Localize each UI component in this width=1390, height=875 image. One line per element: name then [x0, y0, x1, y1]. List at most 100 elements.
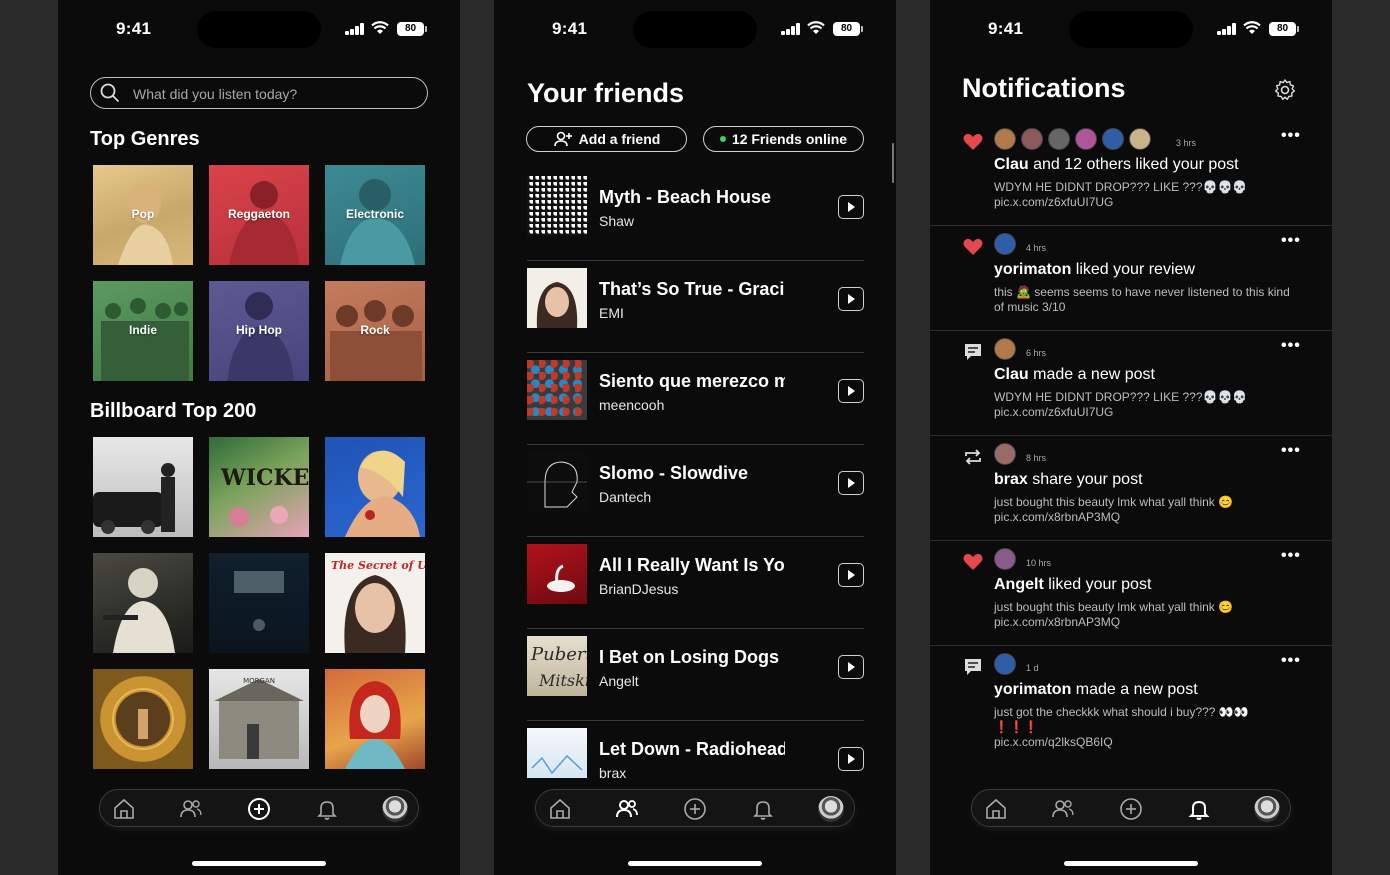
notification-item[interactable]: 10 hrs ••• Angelt liked your post just b…: [930, 541, 1332, 646]
album-cover[interactable]: [93, 437, 193, 537]
actor-name[interactable]: yorimaton: [994, 261, 1071, 278]
friend-username: Angelt: [599, 673, 639, 689]
home-indicator: [628, 861, 762, 866]
more-options-icon[interactable]: •••: [1281, 442, 1301, 460]
song-title: That’s So True - Gracie Abrams: [599, 279, 785, 299]
search-input[interactable]: What did you listen today?: [90, 77, 428, 109]
album-art: Puberty Mitski: [527, 636, 587, 696]
notification-body: this 🧟 seems seems to have never listene…: [994, 285, 1294, 315]
song-title: Myth - Beach House: [599, 187, 772, 207]
post-link[interactable]: pic.x.com/z6xfuUI7UG: [994, 195, 1294, 210]
wifi-icon: [1243, 21, 1261, 34]
avatar-group: [994, 338, 1016, 360]
time-ago: 1 d: [1026, 663, 1039, 673]
genre-tile-rock[interactable]: Rock: [325, 281, 425, 381]
tab-home[interactable]: [111, 796, 137, 822]
tab-add[interactable]: [1118, 796, 1144, 822]
more-options-icon[interactable]: •••: [1281, 652, 1301, 670]
post-link[interactable]: pic.x.com/q2lksQB6IQ: [994, 735, 1294, 750]
genre-tile-pop[interactable]: Pop: [93, 165, 193, 265]
album-cover[interactable]: [209, 553, 309, 653]
divider: [527, 260, 864, 261]
album-cover[interactable]: [325, 437, 425, 537]
tab-friends[interactable]: [1050, 796, 1076, 822]
avatar: [994, 338, 1016, 360]
notification-item[interactable]: 4 hrs ••• yorimaton liked your review th…: [930, 226, 1332, 331]
more-options-icon[interactable]: •••: [1281, 547, 1301, 565]
album-cover[interactable]: The Secret of Us: [325, 553, 425, 653]
actor-name[interactable]: Clau: [994, 366, 1029, 383]
profile-avatar[interactable]: [382, 796, 408, 822]
actor-name[interactable]: yorimaton: [994, 681, 1071, 698]
tab-notifications[interactable]: [750, 796, 776, 822]
more-options-icon[interactable]: •••: [1281, 232, 1301, 250]
avatar: [994, 548, 1016, 570]
genre-tile-reggaeton[interactable]: Reggaeton: [209, 165, 309, 265]
more-options-icon[interactable]: •••: [1281, 127, 1301, 145]
tab-notifications[interactable]: [1186, 796, 1212, 822]
friend-row[interactable]: Let Down - Radiohead brax: [527, 728, 864, 778]
heart-icon: [963, 553, 983, 570]
album-art: [112, 688, 174, 750]
notification-item[interactable]: 1 d ••• yorimaton made a new post just g…: [930, 646, 1332, 751]
tab-add[interactable]: [246, 796, 272, 822]
notification-item[interactable]: 8 hrs ••• brax share your post just boug…: [930, 436, 1332, 541]
friend-row[interactable]: Siento que merezco más meencooh: [527, 360, 864, 452]
play-button[interactable]: [838, 379, 864, 403]
notification-body: WDYM HE DIDNT DROP??? LIKE ???💀💀💀 pic.x.c…: [994, 180, 1294, 210]
play-button[interactable]: [838, 563, 864, 587]
genre-label: Hip Hop: [236, 323, 282, 337]
friend-row[interactable]: That’s So True - Gracie Abrams EMI: [527, 268, 864, 360]
settings-gear-icon[interactable]: [1273, 78, 1297, 102]
post-link[interactable]: pic.x.com/x8rbnAP3MQ: [994, 510, 1294, 525]
friend-row[interactable]: Slomo - Slowdive Dantech: [527, 452, 864, 544]
tab-notifications[interactable]: [314, 796, 340, 822]
tab-friends[interactable]: [614, 796, 640, 822]
play-button[interactable]: [838, 287, 864, 311]
avatar: [1075, 128, 1097, 150]
add-friend-button[interactable]: Add a friend: [526, 126, 687, 152]
friends-online-button[interactable]: 12 Friends online: [703, 126, 864, 152]
album-art: [527, 544, 587, 604]
avatar-group: [994, 653, 1016, 675]
genre-tile-indie[interactable]: Indie: [93, 281, 193, 381]
actor-name[interactable]: Angelt: [994, 576, 1044, 593]
phone-notifications: 9:41 80 Notifications 3 hrs ••• Clau and…: [930, 0, 1332, 875]
post-link[interactable]: pic.x.com/z6xfuUI7UG: [994, 405, 1294, 420]
action-text: and 12 others liked your post: [1028, 156, 1239, 173]
genre-tile-electronic[interactable]: Electronic: [325, 165, 425, 265]
post-link[interactable]: pic.x.com/x8rbnAP3MQ: [994, 615, 1294, 630]
profile-avatar[interactable]: [818, 796, 844, 822]
friend-row[interactable]: All I Really Want Is You BrianDJesus: [527, 544, 864, 636]
song-title: Slomo - Slowdive: [599, 463, 749, 483]
more-options-icon[interactable]: •••: [1281, 337, 1301, 355]
actor-name[interactable]: brax: [994, 471, 1028, 488]
album-cover[interactable]: [325, 669, 425, 769]
notification-item[interactable]: 6 hrs ••• Clau made a new post WDYM HE D…: [930, 331, 1332, 436]
friend-row[interactable]: Myth - Beach House Shaw: [527, 176, 864, 268]
notification-item[interactable]: 3 hrs ••• Clau and 12 others liked your …: [930, 121, 1332, 226]
tab-home[interactable]: [983, 796, 1009, 822]
avatar-group: [994, 233, 1016, 255]
album-cover[interactable]: [93, 669, 193, 769]
album-cover[interactable]: [93, 553, 193, 653]
play-button[interactable]: [838, 747, 864, 771]
svg-text:Mitski: Mitski: [538, 671, 587, 690]
play-button[interactable]: [838, 471, 864, 495]
tab-bar: [535, 789, 855, 827]
profile-avatar[interactable]: [1254, 796, 1280, 822]
actor-name[interactable]: Clau: [994, 156, 1029, 173]
tab-bar: [99, 789, 419, 827]
bell-icon: [753, 801, 773, 820]
album-cover[interactable]: WICKED: [209, 437, 309, 537]
scrollbar[interactable]: [892, 143, 894, 183]
tab-add[interactable]: [682, 796, 708, 822]
genre-tile-hip-hop[interactable]: Hip Hop: [209, 281, 309, 381]
tab-home[interactable]: [547, 796, 573, 822]
friend-row[interactable]: Puberty Mitski I Bet on Losing Dogs Angel…: [527, 636, 864, 728]
play-button[interactable]: [838, 195, 864, 219]
tab-friends[interactable]: [178, 796, 204, 822]
avatar: [1129, 128, 1151, 150]
play-button[interactable]: [838, 655, 864, 679]
album-cover[interactable]: MORGAN: [209, 669, 309, 769]
